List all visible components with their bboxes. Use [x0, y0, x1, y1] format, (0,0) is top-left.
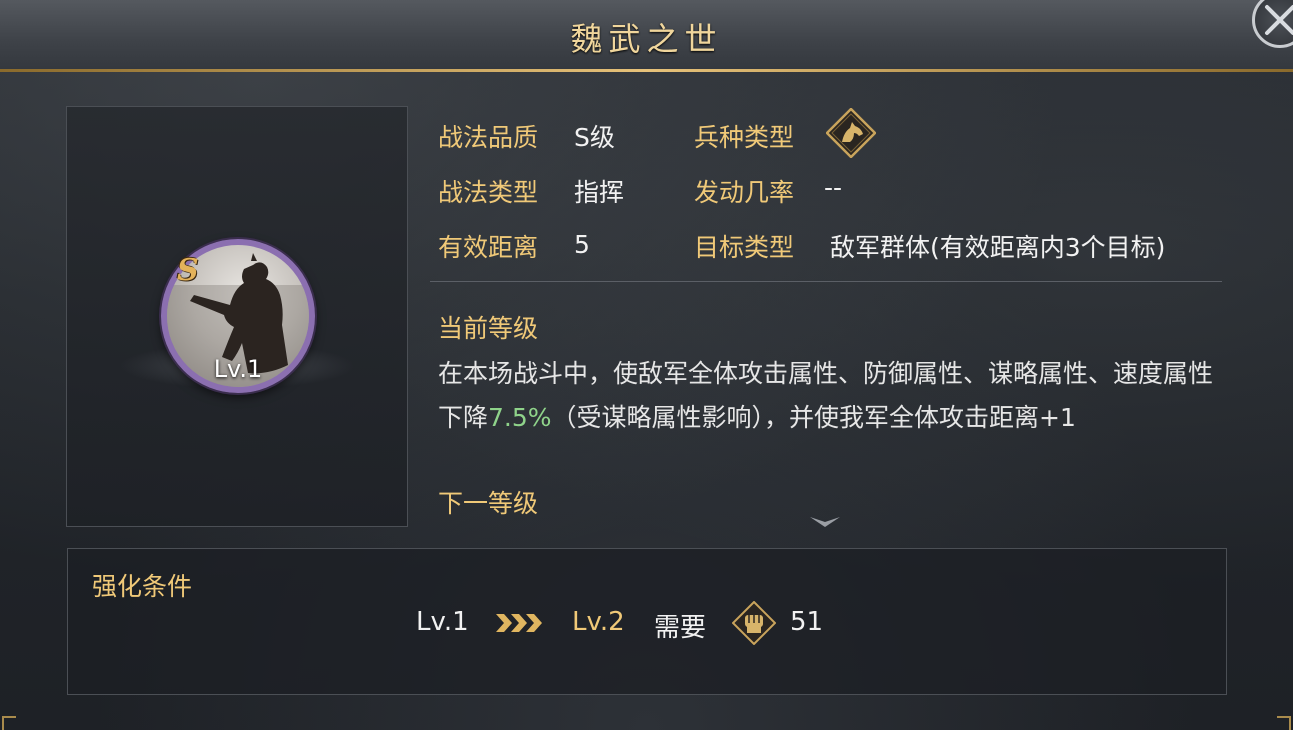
- upgrade-from-level: Lv.1: [416, 607, 469, 637]
- trigger-rate-value: --: [824, 173, 843, 202]
- target-type-label: 目标类型: [694, 233, 795, 262]
- upgrade-cost-value: 51: [790, 607, 824, 637]
- trigger-rate-label: 发动几率: [694, 178, 795, 207]
- description-highlight-value: 7.5%: [488, 403, 552, 432]
- skill-detail-screen: 魏武之世 Lv.1 S 战法品质 S级 兵种类型 战法类型 指挥 发动几率 --…: [0, 0, 1293, 730]
- corner-ornament-left: [2, 716, 16, 730]
- current-level-description: 在本场战斗中，使敌军全体攻击属性、防御属性、谋略属性、速度属性下降7.5%（受谋…: [438, 352, 1228, 440]
- range-value: 5: [574, 230, 590, 259]
- description-text-cont: （受谋略属性影响），并使我军全体攻击距离+1: [551, 403, 1076, 432]
- current-level-heading: 当前等级: [438, 314, 539, 343]
- upgrade-title: 强化条件: [92, 572, 193, 601]
- cavalry-horse-icon: [825, 107, 877, 162]
- range-label: 有效距离: [438, 233, 539, 262]
- skill-type-value: 指挥: [574, 178, 625, 207]
- troop-type-label: 兵种类型: [694, 123, 795, 152]
- next-level-heading: 下一等级: [438, 489, 539, 518]
- quality-value: S级: [574, 123, 615, 152]
- quality-label: 战法品质: [438, 123, 539, 152]
- scroll-down-icon[interactable]: [808, 514, 842, 533]
- page-title: 魏武之世: [570, 20, 723, 58]
- corner-ornament-right: [1277, 716, 1291, 730]
- info-divider: [430, 281, 1222, 282]
- upgrade-panel: 强化条件 Lv.1 Lv.2 需要 51: [67, 548, 1227, 695]
- fist-icon: [731, 600, 777, 649]
- skill-level-label: Lv.1: [213, 355, 263, 383]
- grade-badge: S: [177, 253, 199, 288]
- triple-arrow-icon: [494, 611, 546, 639]
- close-icon: [1265, 5, 1293, 35]
- target-type-value: 敌军群体(有效距离内3个目标): [830, 233, 1166, 262]
- header-divider: [0, 69, 1293, 72]
- skill-portrait-panel: Lv.1 S: [66, 106, 408, 527]
- require-label: 需要: [654, 613, 707, 643]
- upgrade-to-level: Lv.2: [572, 607, 625, 637]
- skill-type-label: 战法类型: [438, 178, 539, 207]
